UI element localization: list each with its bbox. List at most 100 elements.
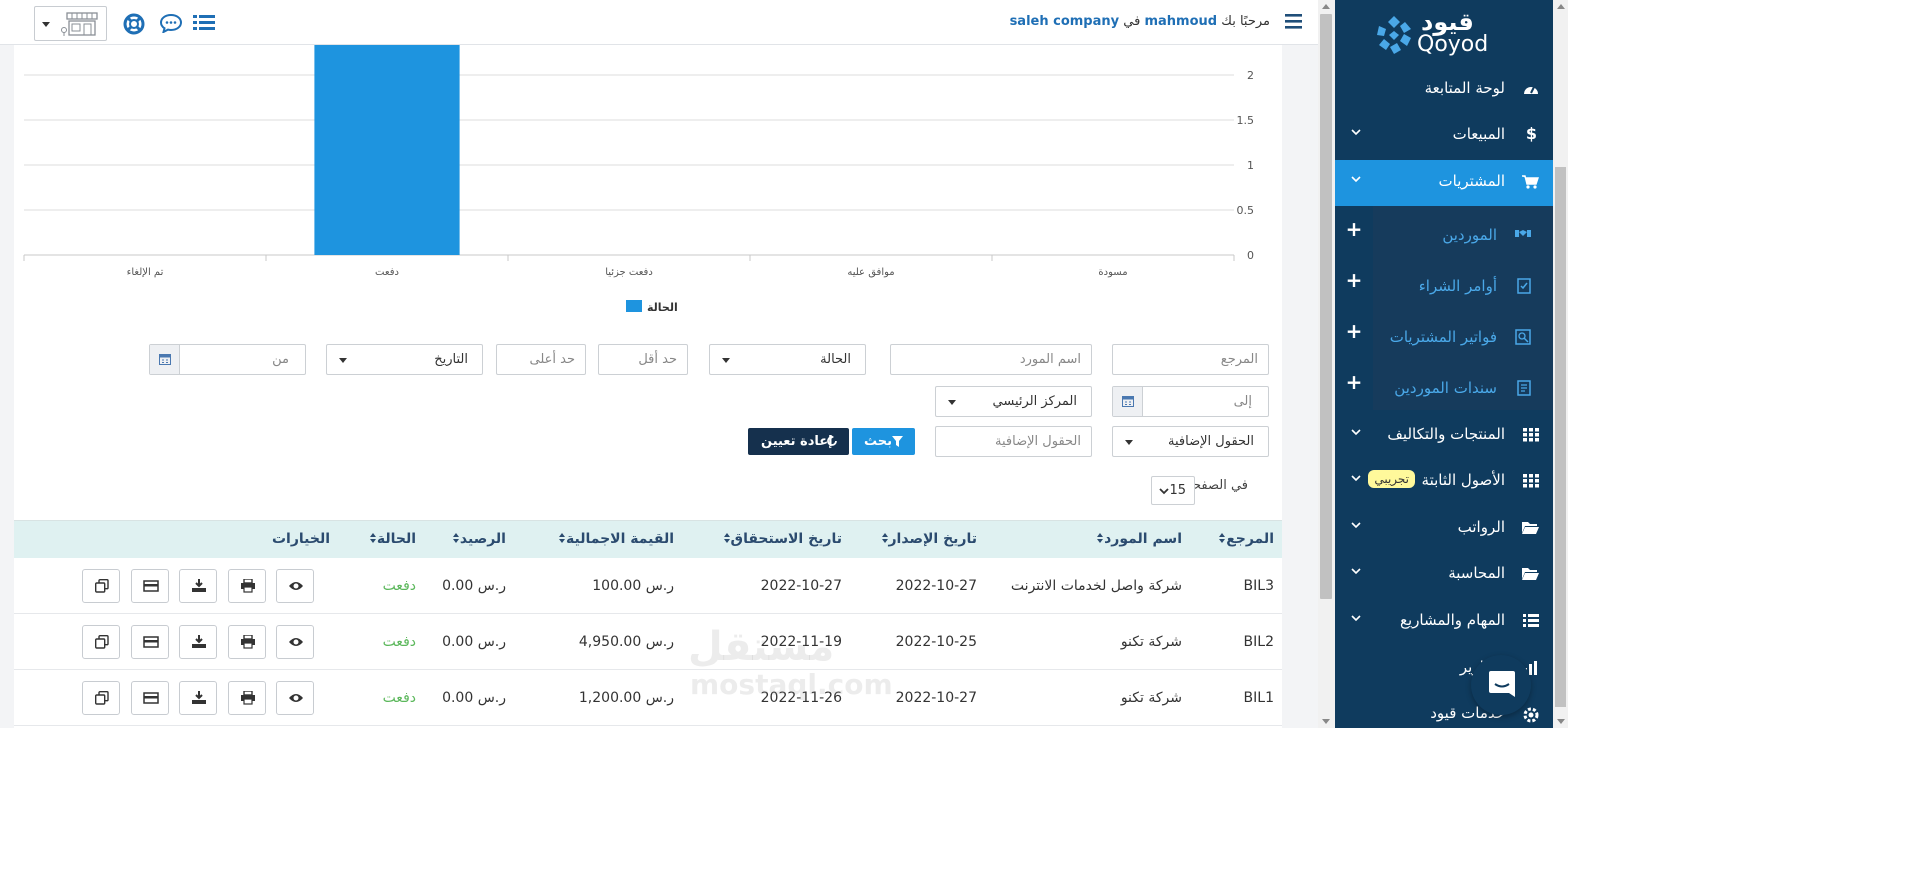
- support-lifebuoy-icon[interactable]: [123, 13, 145, 35]
- calendar-icon[interactable]: [1113, 387, 1143, 416]
- add-purchase-order-button[interactable]: +: [1335, 257, 1373, 307]
- col-issue-date[interactable]: تاريخ الإصدار: [879, 531, 977, 547]
- supplier-name-input[interactable]: اسم المورد: [890, 344, 1092, 375]
- download-button[interactable]: [179, 569, 217, 603]
- view-button[interactable]: [276, 681, 314, 715]
- print-button[interactable]: [228, 569, 266, 603]
- cell-issue-date: 2022-10-27: [895, 690, 977, 706]
- payment-button[interactable]: [131, 681, 169, 715]
- add-supplier-receipt-button[interactable]: +: [1335, 359, 1373, 409]
- sidebar-item-purchase-invoices[interactable]: فواتير المشتريات: [1373, 312, 1553, 358]
- download-button[interactable]: [179, 625, 217, 659]
- per-page-select[interactable]: 15: [1151, 476, 1195, 505]
- payment-button[interactable]: [131, 625, 169, 659]
- dashboard-gauge-icon: [1524, 86, 1538, 94]
- in-label: في: [1123, 14, 1141, 29]
- download-button[interactable]: [179, 681, 217, 715]
- view-button[interactable]: [276, 569, 314, 603]
- cell-balance: 0.00 ر.س: [442, 634, 506, 650]
- top-bar: مرحبًا بك mahmoud في saleh company: [0, 0, 1318, 45]
- sidebar-item-supplier-receipts[interactable]: سندات الموردين: [1373, 363, 1553, 409]
- print-button[interactable]: [228, 625, 266, 659]
- cell-total: 100.00 ر.س: [592, 578, 674, 594]
- print-button[interactable]: [228, 681, 266, 715]
- x-tick-label: دفعت: [375, 267, 399, 278]
- sidebar-item-label: المشتريات: [1438, 172, 1505, 190]
- to-date-input[interactable]: إلى: [1112, 386, 1269, 417]
- sidebar-item-label: الموردين: [1442, 226, 1497, 244]
- sidebar-item-products[interactable]: المنتجات والتكاليف: [1335, 413, 1553, 459]
- cell-reference[interactable]: BIL1: [1244, 690, 1274, 706]
- main-scrollbar[interactable]: [1318, 0, 1335, 728]
- cell-supplier: شركة تكنو: [1120, 634, 1182, 650]
- branch-select[interactable]: المركز الرئيسي: [935, 386, 1092, 417]
- sidebar-item-fixed-assets[interactable]: الأصول الثابتة تجريبي: [1335, 459, 1553, 505]
- add-supplier-button[interactable]: +: [1335, 206, 1373, 256]
- sidebar-item-dashboard[interactable]: لوحة المتابعة: [1335, 67, 1553, 113]
- status-select[interactable]: الحالة: [709, 344, 866, 375]
- duplicate-button[interactable]: [82, 681, 120, 715]
- reference-input[interactable]: المرجع: [1112, 344, 1269, 375]
- sidebar-scrollbar[interactable]: [1553, 0, 1568, 728]
- chevron-down-icon: [1351, 522, 1361, 529]
- calendar-icon[interactable]: [150, 345, 180, 374]
- reset-button[interactable]: إعادة تعيين: [748, 428, 849, 455]
- view-button[interactable]: [276, 625, 314, 659]
- sidebar-item-suppliers[interactable]: الموردين: [1373, 210, 1553, 256]
- supplier-placeholder: اسم المورد: [1019, 352, 1081, 367]
- payment-button[interactable]: [131, 569, 169, 603]
- copy-icon: [95, 579, 109, 593]
- main-content: 0 0.5 1 1.5 2 مسودة موافق عليه دفعت جزئيا دفعت تم…: [0, 45, 1318, 728]
- gear-icon: [1523, 707, 1539, 723]
- sidebar-item-purchase-orders[interactable]: أوامر الشراء: [1373, 261, 1553, 307]
- col-total[interactable]: القيمة الاجمالية: [556, 531, 674, 547]
- cell-reference[interactable]: BIL3: [1244, 578, 1274, 594]
- date-type-select[interactable]: التاريخ: [326, 344, 483, 375]
- from-date-input[interactable]: من: [149, 344, 306, 375]
- cell-due-date: 2022-10-27: [760, 578, 842, 594]
- store-switcher-dropdown[interactable]: [34, 6, 107, 41]
- min-amount-input[interactable]: حد أقل: [598, 344, 688, 375]
- status-select-value: الحالة: [820, 352, 851, 367]
- legend-swatch: [626, 300, 642, 312]
- search-button-label: بحث: [864, 434, 893, 449]
- sidebar-item-accounting[interactable]: المحاسبة: [1335, 552, 1553, 598]
- cell-reference[interactable]: BIL2: [1244, 634, 1274, 650]
- beta-badge: تجريبي: [1368, 470, 1415, 488]
- max-amount-input[interactable]: حد أعلى: [496, 344, 586, 375]
- live-chat-button[interactable]: [1471, 655, 1531, 715]
- qoyod-logo-icon: [1377, 16, 1411, 54]
- sort-icon: [1097, 533, 1104, 544]
- cell-status: دفعت: [382, 690, 416, 706]
- col-reference[interactable]: المرجع: [1216, 531, 1274, 547]
- chevron-down-icon: [1125, 440, 1133, 445]
- chat-icon[interactable]: [160, 13, 182, 33]
- eye-icon: [289, 638, 303, 646]
- chevron-down-icon: [1351, 129, 1361, 136]
- brand-logo[interactable]: قيود Qoyod: [1373, 8, 1503, 60]
- store-icon: [61, 12, 98, 36]
- extra-fields-input[interactable]: الحقول الإضافية: [935, 426, 1092, 457]
- col-due-date[interactable]: تاريخ الاستحقاق: [721, 531, 842, 547]
- hamburger-menu-icon[interactable]: [1285, 13, 1302, 29]
- company-name[interactable]: saleh company: [1010, 14, 1120, 29]
- sidebar-item-sales[interactable]: المبيعات $: [1335, 113, 1553, 159]
- app-window: مرحبًا بك mahmoud في saleh company 0 0.5…: [0, 0, 1568, 728]
- col-supplier[interactable]: اسم المورد: [1094, 531, 1182, 547]
- duplicate-button[interactable]: [82, 625, 120, 659]
- col-status[interactable]: الحالة: [367, 531, 416, 547]
- sidebar-item-payroll[interactable]: الرواتب: [1335, 506, 1553, 552]
- cell-total: 4,950.00 ر.س: [578, 634, 674, 650]
- sidebar-item-tasks[interactable]: المهام والمشاريع: [1335, 599, 1553, 645]
- col-balance[interactable]: الرصيد: [450, 531, 506, 547]
- list-icon[interactable]: [193, 14, 215, 32]
- duplicate-button[interactable]: [82, 569, 120, 603]
- from-date-placeholder: من: [272, 352, 289, 367]
- search-button[interactable]: بحث: [852, 428, 915, 455]
- extra-fields-placeholder: الحقول الإضافية: [995, 434, 1081, 449]
- sidebar-item-purchases[interactable]: المشتريات: [1335, 160, 1553, 206]
- extra-fields-select[interactable]: الحقول الإضافية: [1112, 426, 1269, 457]
- add-purchase-invoice-button[interactable]: +: [1335, 308, 1373, 358]
- username[interactable]: mahmoud: [1144, 14, 1217, 29]
- cell-supplier: شركة تكنو: [1120, 690, 1182, 706]
